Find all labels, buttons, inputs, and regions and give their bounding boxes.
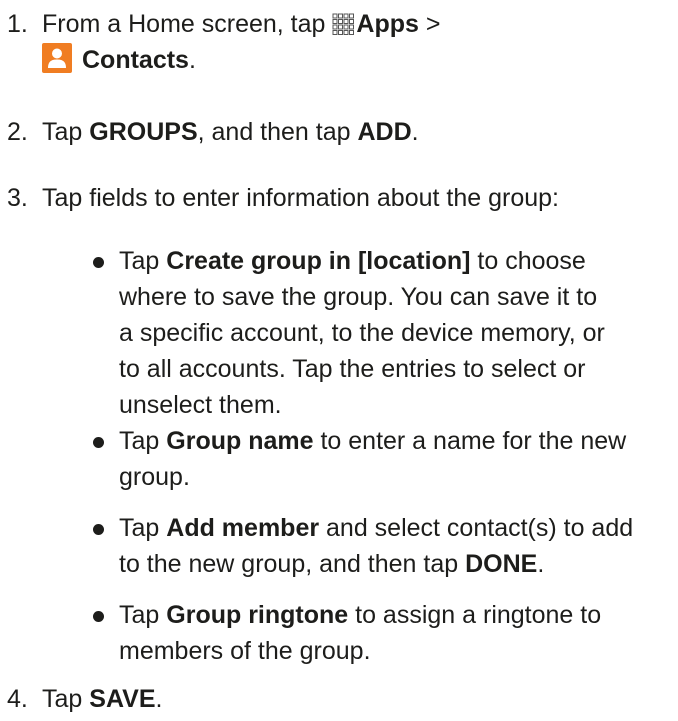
create-group-label: Create group in [location] bbox=[166, 247, 471, 275]
bullet-dot bbox=[93, 524, 104, 535]
step-1-arrow-text: > bbox=[418, 10, 441, 38]
bullet-line: group. bbox=[119, 463, 190, 491]
step-text: Tap SAVE. bbox=[42, 681, 672, 717]
step-text: Tap GROUPS, and then tap ADD. bbox=[42, 114, 672, 150]
step-1-text: From a Home screen, tap bbox=[42, 10, 333, 38]
step-number: 1. bbox=[7, 10, 28, 38]
step-1-line-1: From a Home screen, tap Apps > bbox=[42, 6, 672, 42]
apps-grid-icon bbox=[332, 13, 355, 35]
bullet-text: Tap Group ringtone to assign a ringtone … bbox=[119, 597, 674, 669]
contacts-icon bbox=[42, 43, 72, 73]
text-fragment: to assign a ringtone to bbox=[348, 601, 602, 629]
contacts-label: Contacts bbox=[82, 46, 189, 74]
groups-label: GROUPS bbox=[89, 118, 198, 146]
step-number: 4. bbox=[7, 685, 28, 713]
bullet-text: Tap Create group in [location] to choose… bbox=[119, 243, 674, 423]
group-ringtone-label: Group ringtone bbox=[166, 601, 349, 629]
group-name-label: Group name bbox=[166, 427, 314, 455]
bullet-dot bbox=[93, 611, 104, 622]
text-fragment: Tap bbox=[42, 685, 90, 713]
bullet-line: Tap Group ringtone to assign a ringtone … bbox=[119, 597, 674, 633]
step-number: 3. bbox=[7, 184, 28, 212]
bullet-text: Tap Group name to enter a name for the n… bbox=[119, 423, 674, 495]
save-label: SAVE bbox=[89, 685, 156, 713]
bullet-dot bbox=[93, 257, 104, 268]
text-fragment: . bbox=[537, 550, 545, 578]
step-number: 2. bbox=[7, 118, 28, 146]
bullet-text: Tap Add member and select contact(s) to … bbox=[119, 510, 674, 582]
apps-label: Apps bbox=[356, 10, 419, 38]
step-text: From a Home screen, tap Apps > Contacts. bbox=[42, 6, 672, 78]
add-label: ADD bbox=[357, 118, 412, 146]
text-fragment: Tap bbox=[119, 247, 167, 275]
step-1-period: . bbox=[188, 46, 196, 74]
bullet-line: a specific account, to the device memory… bbox=[119, 319, 605, 347]
text-fragment: and select contact(s) to add bbox=[319, 514, 634, 542]
text-fragment: to the new group, and then tap bbox=[119, 550, 466, 578]
bullet-line: members of the group. bbox=[119, 637, 371, 665]
text-fragment: Tap bbox=[119, 427, 167, 455]
text-fragment: . bbox=[155, 685, 163, 713]
bullet-line: Tap Create group in [location] to choose bbox=[119, 243, 674, 279]
bullet-line: unselect them. bbox=[119, 391, 282, 419]
bullet-line: where to save the group. You can save it… bbox=[119, 283, 598, 311]
bullet-dot bbox=[93, 437, 104, 448]
text-fragment: Tap bbox=[119, 601, 167, 629]
bullet-line: Tap Add member and select contact(s) to … bbox=[119, 510, 674, 546]
text-fragment: Tap bbox=[42, 118, 90, 146]
bullet-line: Tap Group name to enter a name for the n… bbox=[119, 423, 674, 459]
text-fragment: , and then tap bbox=[197, 118, 358, 146]
text-fragment: . bbox=[411, 118, 419, 146]
bullet-line: to the new group, and then tap DONE. bbox=[119, 546, 674, 582]
instructions-document: 1. From a Home screen, tap Apps > Contac… bbox=[0, 0, 678, 721]
add-member-label: Add member bbox=[166, 514, 320, 542]
step-text: Tap fields to enter information about th… bbox=[42, 184, 559, 212]
text-fragment: Tap bbox=[119, 514, 167, 542]
bullet-line: to all accounts. Tap the entries to sele… bbox=[119, 355, 586, 383]
text-fragment: to choose bbox=[470, 247, 586, 275]
step-1-line-2: Contacts. bbox=[42, 42, 672, 78]
done-label: DONE bbox=[465, 550, 538, 578]
text-fragment: to enter a name for the new bbox=[313, 427, 627, 455]
